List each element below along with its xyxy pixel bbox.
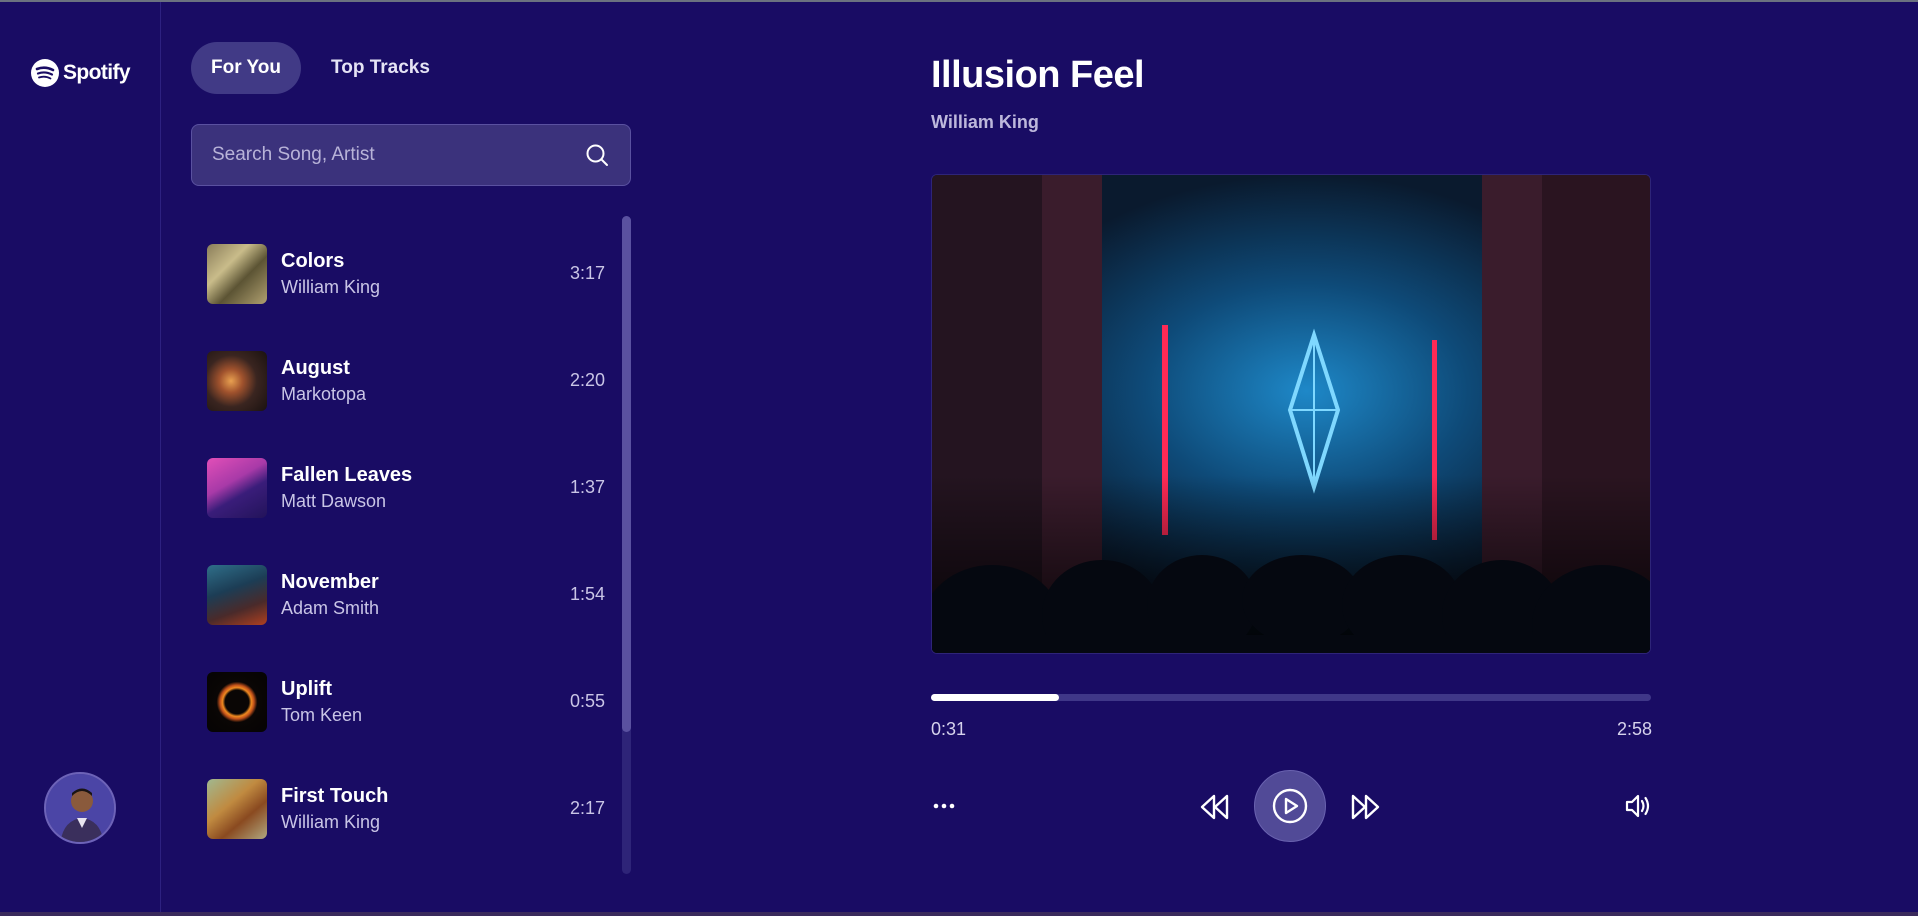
spotify-logo-icon (31, 59, 59, 87)
track-cover (207, 243, 267, 304)
track-title: Colors (281, 249, 345, 272)
time-elapsed: 0:31 (931, 719, 967, 739)
track-title: First Touch (281, 784, 389, 807)
more-horizontal-icon (933, 803, 955, 809)
track-artist: Tom Keen (281, 704, 363, 725)
track-artist: William King (281, 276, 381, 297)
fast-forward-button[interactable] (1348, 789, 1384, 825)
search-input[interactable] (212, 144, 584, 166)
tab-top-tracks[interactable]: Top Tracks (317, 42, 444, 94)
progress-fill (931, 694, 1060, 701)
time-total: 2:58 (1617, 719, 1653, 739)
track-artist: William King (281, 811, 381, 832)
play-button[interactable] (1254, 770, 1326, 842)
track-cover (207, 778, 267, 839)
volume-button[interactable] (1622, 790, 1654, 822)
track-item[interactable]: Uplift Tom Keen 0:55 (191, 648, 621, 755)
play-icon (1272, 788, 1308, 824)
sidebar: Spotify (0, 2, 161, 912)
user-avatar[interactable] (44, 772, 116, 844)
track-list-scrollbar[interactable] (622, 216, 631, 874)
window-top-border (0, 0, 1918, 2)
track-title: Uplift (281, 677, 333, 700)
track-title: Fallen Leaves (281, 463, 413, 486)
track-item[interactable]: August Markotopa 2:20 (191, 327, 621, 434)
now-playing-artwork (931, 174, 1651, 654)
track-duration: 1:54 (569, 584, 605, 604)
volume-icon (1625, 794, 1650, 818)
track-item[interactable]: November Adam Smith 1:54 (191, 541, 621, 648)
window-bottom-border (0, 912, 1918, 916)
track-artist: Adam Smith (281, 597, 380, 618)
track-cover (207, 564, 267, 625)
track-list: Colors William King 3:17 August Markotop… (191, 220, 621, 862)
fast-forward-icon (1351, 794, 1380, 820)
more-options-button[interactable] (930, 792, 958, 820)
track-item[interactable]: Fallen Leaves Matt Dawson 1:37 (191, 434, 621, 541)
rewind-button[interactable] (1196, 789, 1232, 825)
track-duration: 0:55 (569, 691, 605, 711)
tab-bar: For You Top Tracks (191, 42, 444, 94)
track-item[interactable]: First Touch William King 2:17 (191, 755, 621, 862)
rewind-icon (1200, 794, 1229, 820)
now-playing-artist: William King (931, 112, 1039, 132)
search-box (191, 124, 631, 186)
tab-for-you[interactable]: For You (191, 42, 302, 94)
track-duration: 2:17 (569, 798, 605, 818)
track-duration: 1:37 (569, 477, 605, 497)
track-duration: 3:17 (569, 263, 605, 283)
progress-bar[interactable] (931, 694, 1651, 701)
avatar-image (46, 774, 114, 842)
brand-name: Spotify (63, 61, 131, 84)
spotify-logo[interactable]: Spotify (30, 58, 131, 88)
track-artist: Matt Dawson (281, 490, 387, 511)
artwork-image (932, 175, 1650, 653)
track-cover (207, 350, 267, 411)
track-duration: 2:20 (569, 370, 605, 390)
track-artist: Markotopa (281, 383, 367, 404)
track-cover (207, 457, 267, 518)
now-playing-title: Illusion Feel (931, 54, 1145, 96)
search-icon[interactable] (584, 142, 610, 168)
track-title: August (281, 356, 350, 379)
scrollbar-thumb[interactable] (622, 216, 631, 732)
track-cover (207, 671, 267, 732)
track-item[interactable]: Colors William King 3:17 (191, 220, 621, 327)
track-title: November (281, 570, 379, 593)
